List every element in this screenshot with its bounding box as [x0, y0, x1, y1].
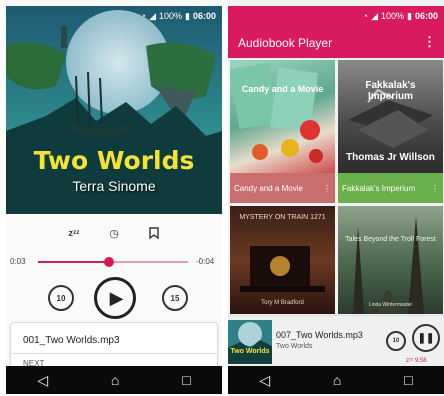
navigation-bar: ◁ ⌂ □	[6, 366, 222, 394]
transport-controls: 10 ▶ 15	[6, 277, 222, 321]
cover-title: Two Worlds	[33, 146, 195, 175]
now-playing-screen: Two Worlds Terra Sinome ◔ ◢ 100% ▮ 06:00…	[6, 0, 222, 396]
playback-options: zᶻᶻ ◷	[6, 224, 222, 242]
fast-forward-seconds: 15	[170, 293, 180, 303]
rewind-seconds: 10	[56, 293, 66, 303]
mini-player-art-title: Two Worlds	[230, 348, 270, 355]
book-name: Candy and a Movie	[234, 183, 303, 193]
battery-level: 100%	[158, 11, 183, 21]
current-file: 001_Two Worlds.mp3	[23, 335, 120, 346]
book-footer: Candy and a Movie ⋮	[230, 173, 335, 203]
clock: 06:00	[192, 11, 216, 21]
back-icon[interactable]: ◁	[37, 373, 48, 387]
speed-icon[interactable]: ◷	[105, 224, 123, 242]
play-button[interactable]: ▶	[94, 277, 136, 319]
remaining-time: -0:04	[196, 257, 215, 266]
cover-author: Terra Sinome	[72, 178, 156, 194]
recents-icon[interactable]: □	[404, 373, 412, 387]
fast-forward-button[interactable]: 15	[162, 285, 188, 311]
seek-progress	[38, 261, 109, 263]
back-icon[interactable]: ◁	[259, 373, 270, 387]
book-cover: MYSTERY ON TRAIN 1271 Tory M Bradford	[230, 206, 335, 314]
library-screen: Audiobook Player ⋮ ◔ ◢ 100% ▮ 06:00 Cand…	[228, 0, 444, 396]
play-icon: ▶	[109, 287, 124, 308]
bookmark-icon[interactable]	[145, 224, 163, 242]
book-tile[interactable]: MYSTERY ON TRAIN 1271 Tory M Bradford	[230, 206, 335, 314]
mini-player[interactable]: Two Worlds 007_Two Worlds.mp3 Two Worlds…	[228, 315, 444, 369]
signal-icon: ◢	[149, 10, 156, 21]
signal-icon: ◢	[371, 10, 378, 21]
home-icon[interactable]: ⌂	[333, 373, 341, 387]
book-cover-author: Linda Wintermaster	[368, 302, 413, 308]
navigation-bar: ◁ ⌂ □	[228, 366, 444, 394]
book-menu-icon[interactable]: ⋮	[431, 184, 439, 193]
mini-player-subtitle: Two Worlds	[276, 343, 313, 350]
book-menu-icon[interactable]: ⋮	[323, 184, 331, 193]
divider	[11, 353, 217, 354]
battery-level: 100%	[380, 11, 405, 21]
book-tile[interactable]: Tales Beyond the Troll Forest Linda Wint…	[338, 206, 443, 314]
home-icon[interactable]: ⌂	[111, 373, 119, 387]
book-cover-author: Tory M Bradford	[261, 300, 304, 306]
elapsed-time: 0:03	[10, 257, 26, 266]
book-name: Fakkalak's Imperium	[342, 183, 416, 193]
app-title: Audiobook Player	[238, 36, 333, 50]
book-cover: Candy and a Movie	[230, 60, 335, 175]
overflow-menu-icon[interactable]: ⋮	[423, 34, 436, 50]
book-cover-text: Fakkalak's Imperium	[365, 80, 416, 102]
mini-player-title: 007_Two Worlds.mp3	[276, 330, 363, 340]
book-cover: Tales Beyond the Troll Forest Linda Wint…	[338, 206, 443, 314]
book-cover-text: Tales Beyond the Troll Forest	[345, 236, 436, 243]
wifi-icon: ◔	[362, 11, 369, 21]
wifi-icon: ◔	[140, 11, 147, 21]
mini-rewind-seconds: 10	[392, 338, 400, 344]
sleep-timer-icon[interactable]: zᶻᶻ	[65, 224, 83, 242]
pause-icon: ❚❚	[417, 332, 435, 344]
status-bar: ◔ ◢ 100% ▮ 06:00	[6, 6, 222, 26]
sleep-timer-readout: zᶻᶻ 9:58	[406, 358, 427, 364]
pause-button[interactable]: ❚❚	[412, 324, 440, 352]
book-cover-author: Thomas Jr Willson	[346, 152, 435, 163]
clock: 06:00	[414, 11, 438, 21]
battery-icon: ▮	[185, 10, 190, 21]
battery-icon: ▮	[407, 10, 412, 21]
book-cover-text: MYSTERY ON TRAIN 1271	[239, 214, 326, 221]
book-tile[interactable]: Candy and a Movie Candy and a Movie ⋮	[230, 60, 335, 203]
sleep-timer-value: 9:58	[414, 358, 427, 364]
rewind-button[interactable]: 10	[48, 285, 74, 311]
mini-rewind-button[interactable]: 10	[386, 331, 406, 351]
book-footer: Fakkalak's Imperium ⋮	[338, 173, 443, 203]
book-tile[interactable]: Fakkalak's Imperium Thomas Jr Willson Fa…	[338, 60, 443, 203]
seek-thumb[interactable]	[103, 257, 114, 267]
queue-card[interactable]: 001_Two Worlds.mp3 NEXT	[10, 322, 218, 372]
book-cover: Fakkalak's Imperium Thomas Jr Willson	[338, 60, 443, 175]
cover-art: Two Worlds Terra Sinome	[6, 6, 222, 214]
sleep-timer-icon: zᶻᶻ	[406, 358, 415, 364]
mini-player-art: Two Worlds	[228, 320, 272, 364]
book-cover-text: Candy and a Movie	[241, 84, 324, 94]
status-bar: ◔ ◢ 100% ▮ 06:00	[228, 6, 444, 26]
recents-icon[interactable]: □	[182, 373, 190, 387]
